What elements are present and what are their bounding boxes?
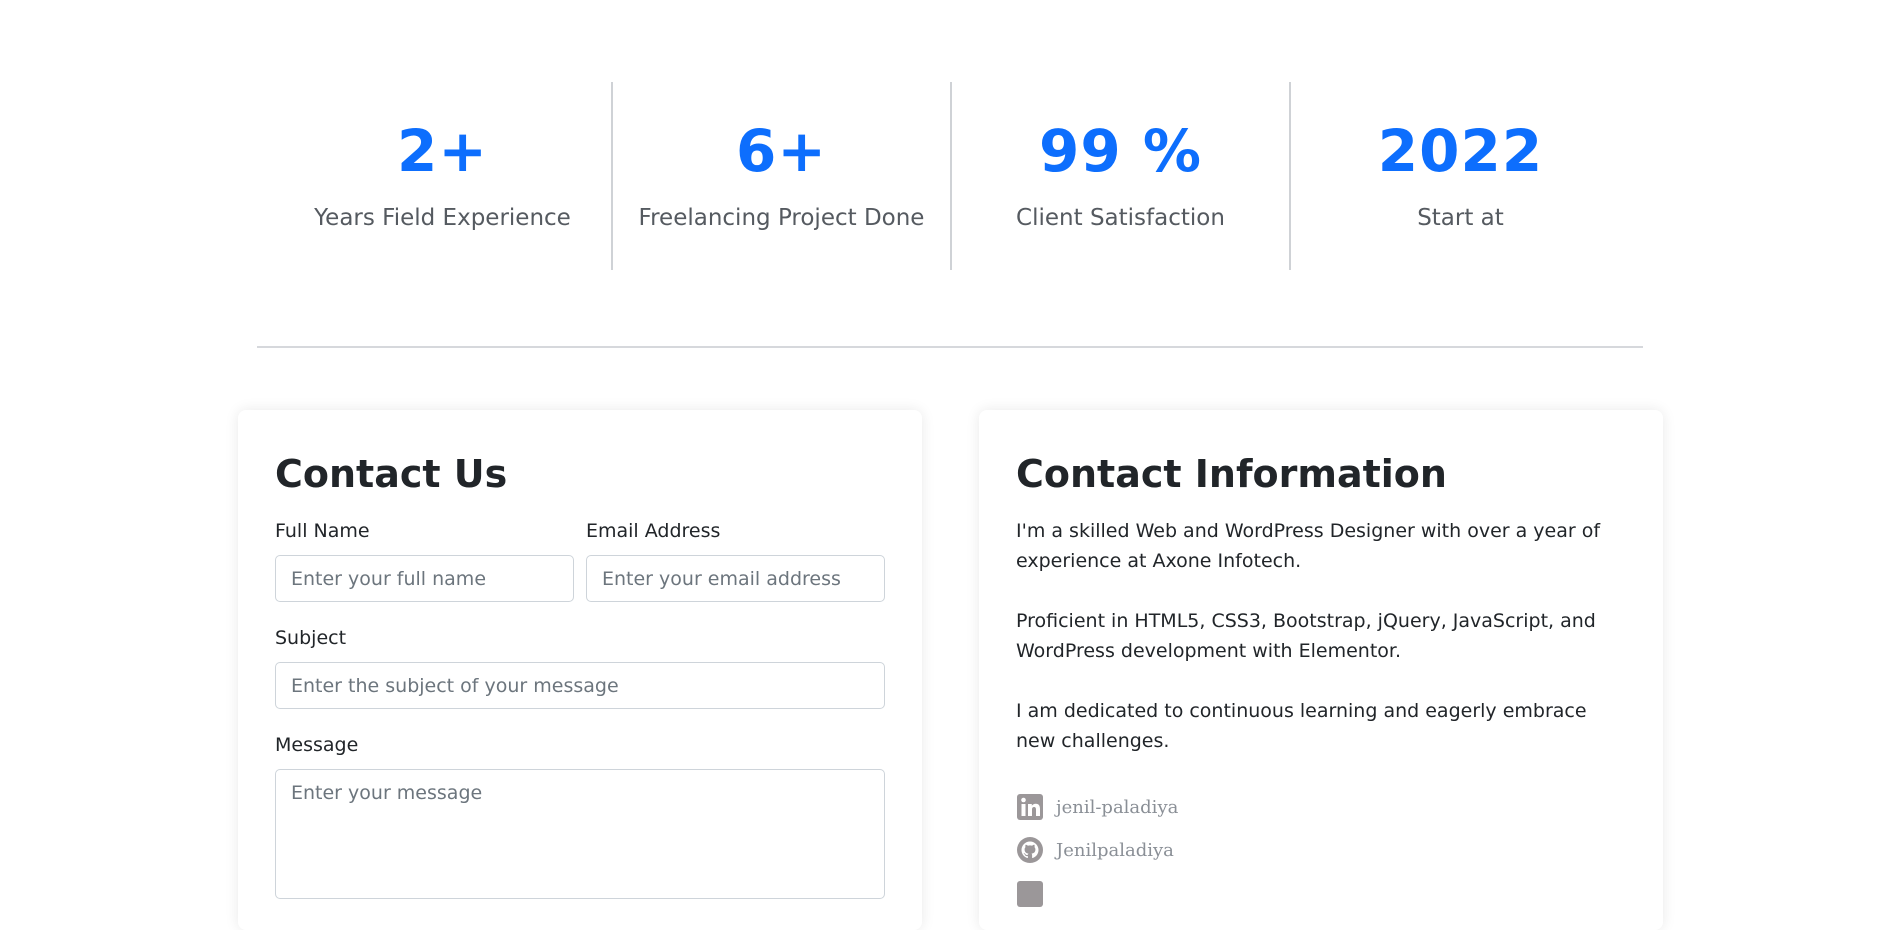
stat-satisfaction: 99 % Client Satisfaction — [952, 82, 1291, 270]
info-paragraph: I am dedicated to continuous learning an… — [1016, 700, 1587, 752]
stat-value: 6+ — [736, 117, 827, 185]
stat-value: 2022 — [1377, 117, 1544, 185]
stat-value: 2+ — [397, 117, 488, 185]
contact-info-title: Contact Information — [1016, 452, 1447, 496]
subject-input[interactable] — [275, 662, 885, 709]
info-paragraph: I'm a skilled Web and WordPress Designer… — [1016, 520, 1601, 572]
social-item-partial — [1016, 880, 1044, 908]
linkedin-link[interactable]: jenil-paladiya — [1016, 793, 1178, 821]
email-icon — [1016, 880, 1044, 908]
linkedin-handle: jenil-paladiya — [1056, 796, 1179, 818]
subject-label: Subject — [275, 627, 347, 649]
stat-label: Years Field Experience — [314, 205, 571, 231]
github-link[interactable]: Jenilpaladiya — [1016, 836, 1174, 864]
stat-experience: 2+ Years Field Experience — [274, 82, 613, 270]
stat-projects: 6+ Freelancing Project Done — [613, 82, 952, 270]
email-input[interactable] — [586, 555, 885, 602]
message-textarea[interactable] — [275, 769, 885, 899]
stat-label: Freelancing Project Done — [638, 205, 925, 231]
message-label: Message — [275, 734, 359, 756]
info-paragraph: Proficient in HTML5, CSS3, Bootstrap, jQ… — [1016, 610, 1596, 662]
github-handle: Jenilpaladiya — [1056, 839, 1174, 861]
stats-section: 2+ Years Field Experience 6+ Freelancing… — [0, 82, 1895, 270]
full-name-input[interactable] — [275, 555, 574, 602]
stat-label: Client Satisfaction — [1016, 205, 1225, 231]
contact-form-title: Contact Us — [275, 452, 508, 496]
stat-label: Start at — [1417, 205, 1504, 231]
contact-info-card: Contact Information I'm a skilled Web an… — [979, 410, 1663, 930]
section-divider — [257, 346, 1643, 348]
stat-start-year: 2022 Start at — [1291, 82, 1630, 270]
email-label: Email Address — [586, 520, 721, 542]
stat-value: 99 % — [1038, 117, 1203, 185]
full-name-label: Full Name — [275, 520, 370, 542]
contact-form-card: Contact Us Full Name Email Address Subje… — [238, 410, 922, 930]
github-icon — [1016, 836, 1044, 864]
linkedin-icon — [1016, 793, 1044, 821]
